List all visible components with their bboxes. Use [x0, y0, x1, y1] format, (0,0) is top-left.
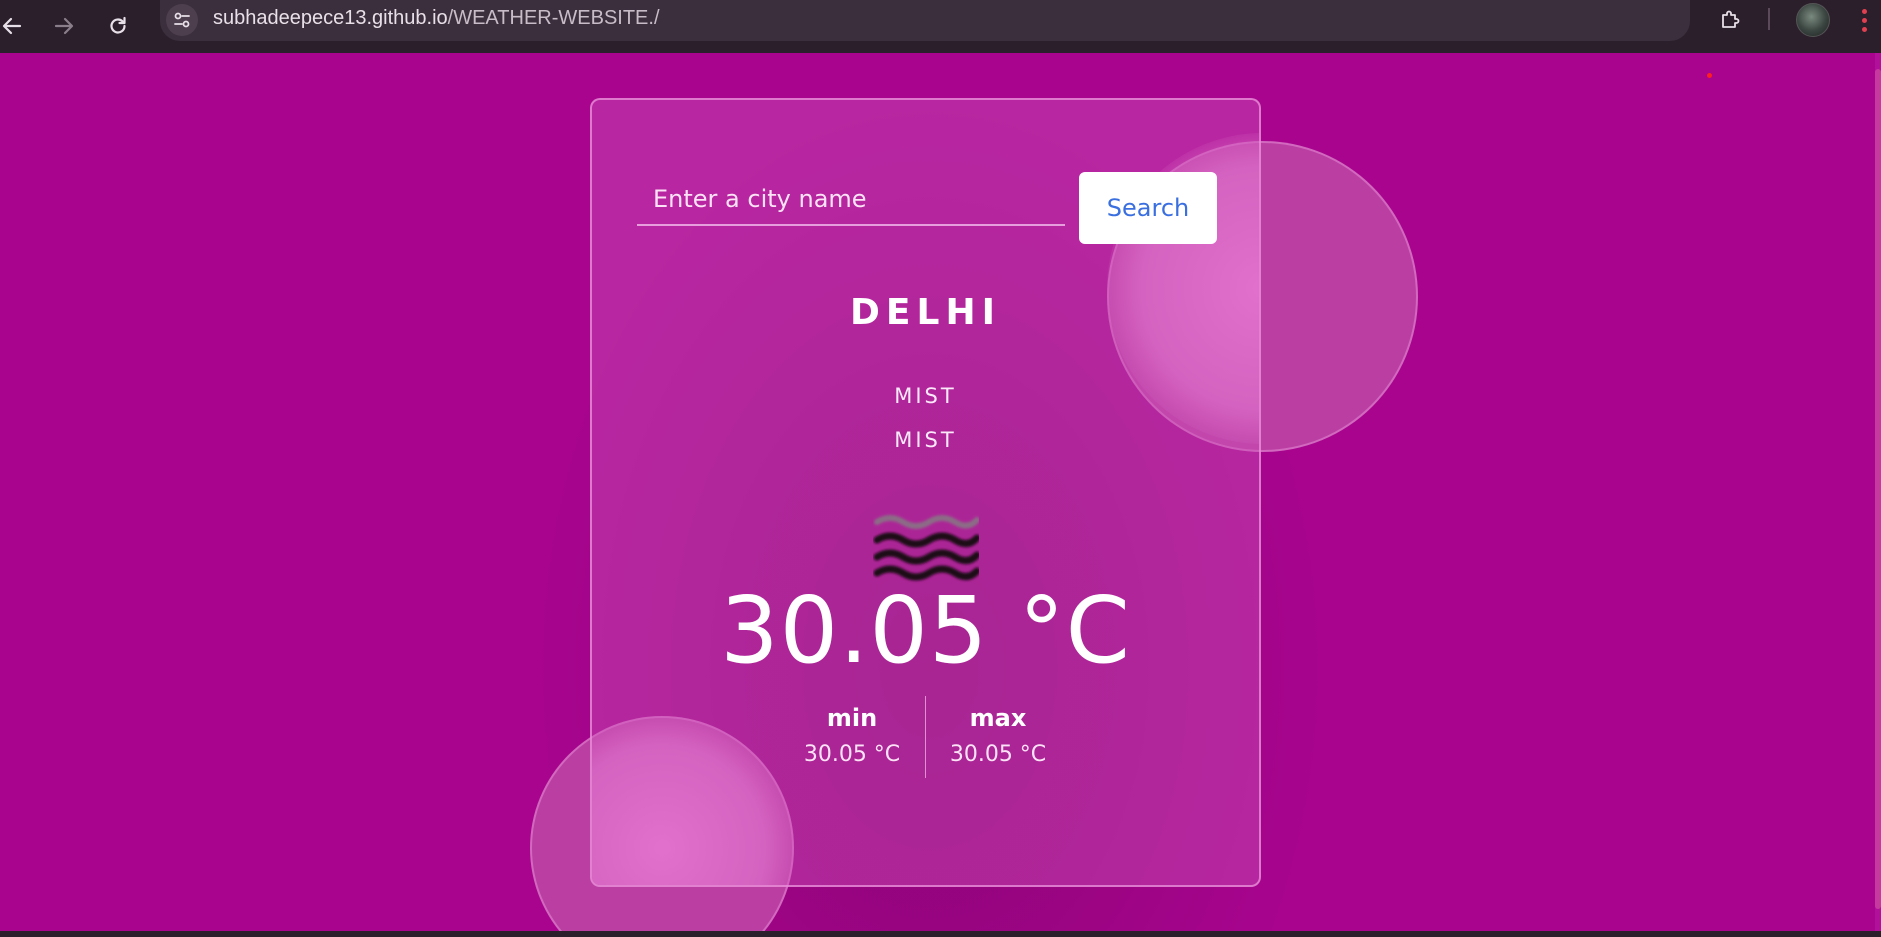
page-scrollbar[interactable] [1875, 53, 1881, 931]
kebab-menu-icon [1861, 8, 1867, 14]
min-label: min [826, 704, 878, 732]
arrow-right-icon [54, 17, 74, 35]
weather-description: MIST [894, 428, 957, 452]
min-max-panel: min 30.05 °C max 30.05 °C [592, 696, 1259, 778]
scrollbar-thumb[interactable] [1875, 69, 1881, 909]
url-text[interactable]: subhadeepece13.github.io/WEATHER-WEBSITE… [213, 7, 660, 30]
temperature: 30.05 °C [720, 577, 1131, 684]
extensions-button[interactable] [1714, 4, 1746, 36]
mist-icon [873, 515, 979, 581]
city-name: DELHI [850, 292, 1001, 333]
reload-button[interactable] [100, 8, 136, 44]
browser-toolbar: subhadeepece13.github.io/WEATHER-WEBSITE… [0, 0, 1881, 53]
search-button[interactable]: Search [1079, 172, 1217, 244]
kebab-menu-icon [1861, 26, 1867, 32]
kebab-menu-icon [1861, 17, 1867, 23]
browser-menu-button[interactable] [1852, 4, 1876, 36]
site-info-button[interactable] [166, 4, 198, 36]
city-search-input[interactable] [637, 178, 1065, 226]
back-button[interactable] [0, 8, 30, 44]
forward-button[interactable] [46, 8, 82, 44]
toolbar-divider [1768, 8, 1770, 30]
profile-avatar[interactable] [1796, 3, 1830, 37]
min-value: 30.05 °C [803, 742, 901, 767]
weather-condition: MIST [894, 384, 957, 408]
address-bar[interactable]: subhadeepece13.github.io/WEATHER-WEBSITE… [160, 0, 1826, 41]
url-path: /WEATHER-WEBSITE./ [447, 7, 660, 29]
window-bottom-edge [0, 931, 1881, 937]
url-host: subhadeepece13.github.io [213, 7, 448, 29]
arrow-left-icon [2, 17, 22, 35]
max-value: 30.05 °C [949, 742, 1047, 767]
red-dot [1707, 73, 1712, 78]
max-temp-block: max 30.05 °C [925, 696, 1071, 767]
reload-icon [110, 16, 126, 34]
tune-icon [174, 12, 190, 28]
weather-page: Search DELHI MIST MIST 30.05 °C min 30.0… [0, 53, 1881, 931]
max-label: max [969, 704, 1027, 732]
min-temp-block: min 30.05 °C [779, 696, 925, 767]
weather-card: Search DELHI MIST MIST 30.05 °C min 30.0… [590, 98, 1261, 887]
puzzle-icon [1722, 10, 1740, 28]
